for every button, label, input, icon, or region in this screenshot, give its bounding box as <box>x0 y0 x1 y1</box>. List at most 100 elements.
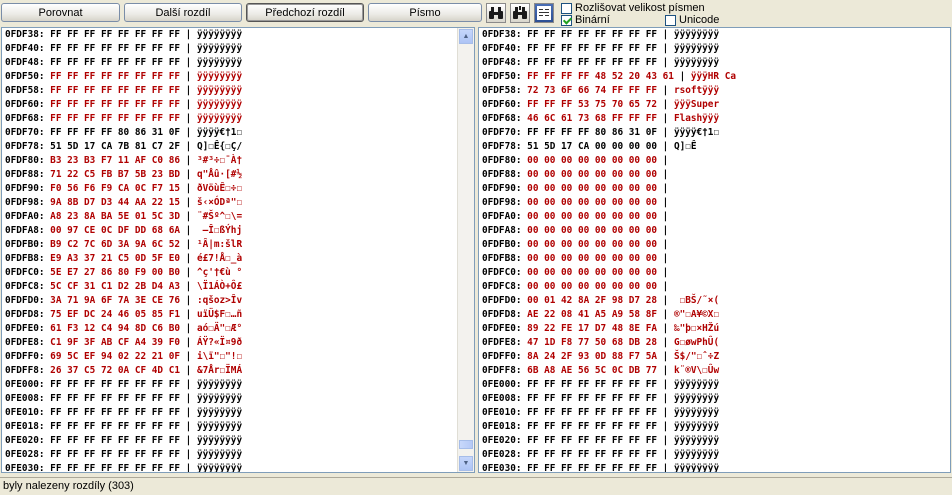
hex-ascii: q"Åû·[#½ <box>196 169 243 180</box>
prev-diff-button[interactable]: Předchozí rozdíl <box>246 3 364 22</box>
hex-ascii: ðVöùÊ☐÷☐ <box>196 183 243 194</box>
hex-separator: | <box>657 379 674 390</box>
hex-separator: | <box>180 435 197 446</box>
hex-ascii: ÿÿÿÿÿÿÿÿ <box>196 449 243 460</box>
hex-bytes: FF FF FF FF FF FF FF FF <box>50 435 180 446</box>
hex-separator: | <box>180 71 197 82</box>
hex-row: 0FE010: FF FF FF FF FF FF FF FF | ÿÿÿÿÿÿ… <box>5 406 242 420</box>
binary-box[interactable] <box>561 14 572 26</box>
hex-address: 0FDF58: <box>482 85 522 96</box>
next-diff-button[interactable]: Další rozdíl <box>124 3 242 22</box>
hex-separator: | <box>180 393 197 404</box>
hex-bytes: 8A 24 2F 93 0D 88 F7 5A <box>527 351 657 362</box>
hex-bytes: 00 00 00 00 00 00 00 00 <box>527 169 657 180</box>
case-sensitive-label: Rozlišovat velikost písmen <box>575 2 705 14</box>
hex-row: 0FE028: FF FF FF FF FF FF FF FF | ÿÿÿÿÿÿ… <box>5 448 242 462</box>
hex-separator: | <box>657 127 674 138</box>
unicode-box[interactable] <box>665 14 676 26</box>
hex-address: 0FDF78: <box>482 141 522 152</box>
hex-row: 0FDF98: 00 00 00 00 00 00 00 00 | <box>482 196 736 210</box>
hex-address: 0FE008: <box>482 393 522 404</box>
hex-ascii: ^ç'†€ù ° <box>196 267 243 278</box>
hex-address: 0FDF50: <box>5 71 45 82</box>
hex-row: 0FDF40: FF FF FF FF FF FF FF FF | ÿÿÿÿÿÿ… <box>482 42 736 56</box>
hex-ascii: ÿÿÿÿÿÿÿÿ <box>196 407 243 418</box>
hex-address: 0FDFC0: <box>482 267 522 278</box>
hex-row: 0FDF68: 46 6C 61 73 68 FF FF FF | Flashÿ… <box>482 112 736 126</box>
hex-row: 0FDFE0: 61 F3 12 C4 94 8D C6 B0 | aó☐Ä"☐… <box>5 322 242 336</box>
hex-bytes: 00 00 00 00 00 00 00 00 <box>527 281 657 292</box>
case-sensitive-box[interactable] <box>561 2 572 14</box>
hex-bytes: 51 5D 17 CA 00 00 00 00 <box>527 141 657 152</box>
hex-row: 0FDF80: B3 23 B3 F7 11 AF C0 86 | ³#³÷☐¯… <box>5 154 242 168</box>
hex-bytes: 00 00 00 00 00 00 00 00 <box>527 225 657 236</box>
hex-row: 0FE000: FF FF FF FF FF FF FF FF | ÿÿÿÿÿÿ… <box>5 378 242 392</box>
hex-address: 0FDFF8: <box>5 365 45 376</box>
hex-bytes: 47 1D F8 77 50 68 DB 28 <box>527 337 657 348</box>
hex-bytes: FF FF FF FF FF FF FF FF <box>527 449 657 460</box>
hex-separator: | <box>657 281 674 292</box>
hex-row: 0FE018: FF FF FF FF FF FF FF FF | ÿÿÿÿÿÿ… <box>5 420 242 434</box>
binoculars-find-icon <box>489 7 503 19</box>
hex-separator: | <box>657 365 674 376</box>
right-hex-pane[interactable]: 0FDF38: FF FF FF FF FF FF FF FF | ÿÿÿÿÿÿ… <box>478 27 951 473</box>
hex-row: 0FE010: FF FF FF FF FF FF FF FF | ÿÿÿÿÿÿ… <box>482 406 736 420</box>
hex-ascii: ÿÿÿÿÿÿÿÿ <box>673 449 720 460</box>
hex-separator: | <box>657 99 674 110</box>
hex-view-icon <box>537 6 551 20</box>
hex-separator: | <box>180 57 197 68</box>
hex-row: 0FDF88: 71 22 C5 FB B7 5B 23 BD | q"Åû·[… <box>5 168 242 182</box>
hex-view-button[interactable] <box>534 3 554 23</box>
hex-separator: | <box>657 323 674 334</box>
hex-ascii: ¨#Šº^☐\= <box>196 211 243 222</box>
hex-row: 0FE008: FF FF FF FF FF FF FF FF | ÿÿÿÿÿÿ… <box>5 392 242 406</box>
hex-row: 0FDF78: 51 5D 17 CA 00 00 00 00 | Q]☐Ê <box>482 140 736 154</box>
hex-bytes: 00 00 00 00 00 00 00 00 <box>527 183 657 194</box>
hex-bytes: 00 00 00 00 00 00 00 00 <box>527 253 657 264</box>
hex-row: 0FDF48: FF FF FF FF FF FF FF FF | ÿÿÿÿÿÿ… <box>482 56 736 70</box>
hex-bytes: 46 6C 61 73 68 FF FF FF <box>527 113 657 124</box>
hex-bytes: 61 F3 12 C4 94 8D C6 B0 <box>50 323 180 334</box>
compare-button[interactable]: Porovnat <box>1 3 120 22</box>
hex-ascii: ÿÿÿÿÿÿÿÿ <box>673 29 720 40</box>
hex-separator: | <box>180 463 197 473</box>
find-next-button[interactable] <box>510 3 530 23</box>
hex-bytes: FF FF FF FF FF FF FF FF <box>527 57 657 68</box>
hex-separator: | <box>657 351 674 362</box>
hex-bytes: B9 C2 7C 6D 3A 9A 6C 52 <box>50 239 180 250</box>
hex-bytes: 00 00 00 00 00 00 00 00 <box>527 211 657 222</box>
scroll-up-icon[interactable]: ▲ <box>459 29 473 44</box>
hex-row: 0FDF80: 00 00 00 00 00 00 00 00 | <box>482 154 736 168</box>
hex-address: 0FDF40: <box>5 43 45 54</box>
hex-separator: | <box>657 337 674 348</box>
hex-address: 0FDF60: <box>482 99 522 110</box>
binary-checkbox[interactable]: Binární <box>561 14 610 26</box>
scroll-down-icon[interactable]: ▼ <box>459 456 473 471</box>
hex-address: 0FE028: <box>5 449 45 460</box>
hex-bytes: 00 00 00 00 00 00 00 00 <box>527 197 657 208</box>
hex-bytes: 51 5D 17 CA 7B 81 C7 2F <box>50 141 180 152</box>
unicode-checkbox[interactable]: Unicode <box>665 14 719 26</box>
hex-separator: | <box>657 449 674 460</box>
hex-ascii: ÿÿÿÿÿÿÿÿ <box>196 57 243 68</box>
case-sensitive-checkbox[interactable]: Rozlišovat velikost písmen <box>561 2 705 14</box>
hex-separator: | <box>657 407 674 418</box>
hex-row: 0FDF90: F0 56 F6 F9 CA 0C F7 15 | ðVöùÊ☐… <box>5 182 242 196</box>
font-button[interactable]: Písmo <box>368 3 482 22</box>
hex-ascii: ÿÿÿÿÿÿÿÿ <box>196 421 243 432</box>
hex-separator: | <box>180 449 197 460</box>
hex-address: 0FDFD8: <box>482 309 522 320</box>
hex-address: 0FDF38: <box>5 29 45 40</box>
left-scroll-thumb[interactable] <box>459 440 473 449</box>
hex-address: 0FDFC8: <box>482 281 522 292</box>
hex-address: 0FDF58: <box>5 85 45 96</box>
hex-bytes: 69 5C EF 94 02 22 21 0F <box>50 351 180 362</box>
left-hex-pane[interactable]: 0FDF38: FF FF FF FF FF FF FF FF | ÿÿÿÿÿÿ… <box>1 27 475 473</box>
find-button[interactable] <box>486 3 506 23</box>
hex-bytes: FF FF FF FF FF FF FF FF <box>527 43 657 54</box>
hex-ascii: ÿÿÿÿÿÿÿÿ <box>673 435 720 446</box>
hex-address: 0FDFE0: <box>5 323 45 334</box>
hex-ascii: ¹Â|m:šlR <box>196 239 243 250</box>
hex-separator: | <box>180 379 197 390</box>
left-scrollbar[interactable]: ▲ ▼ <box>457 28 474 472</box>
